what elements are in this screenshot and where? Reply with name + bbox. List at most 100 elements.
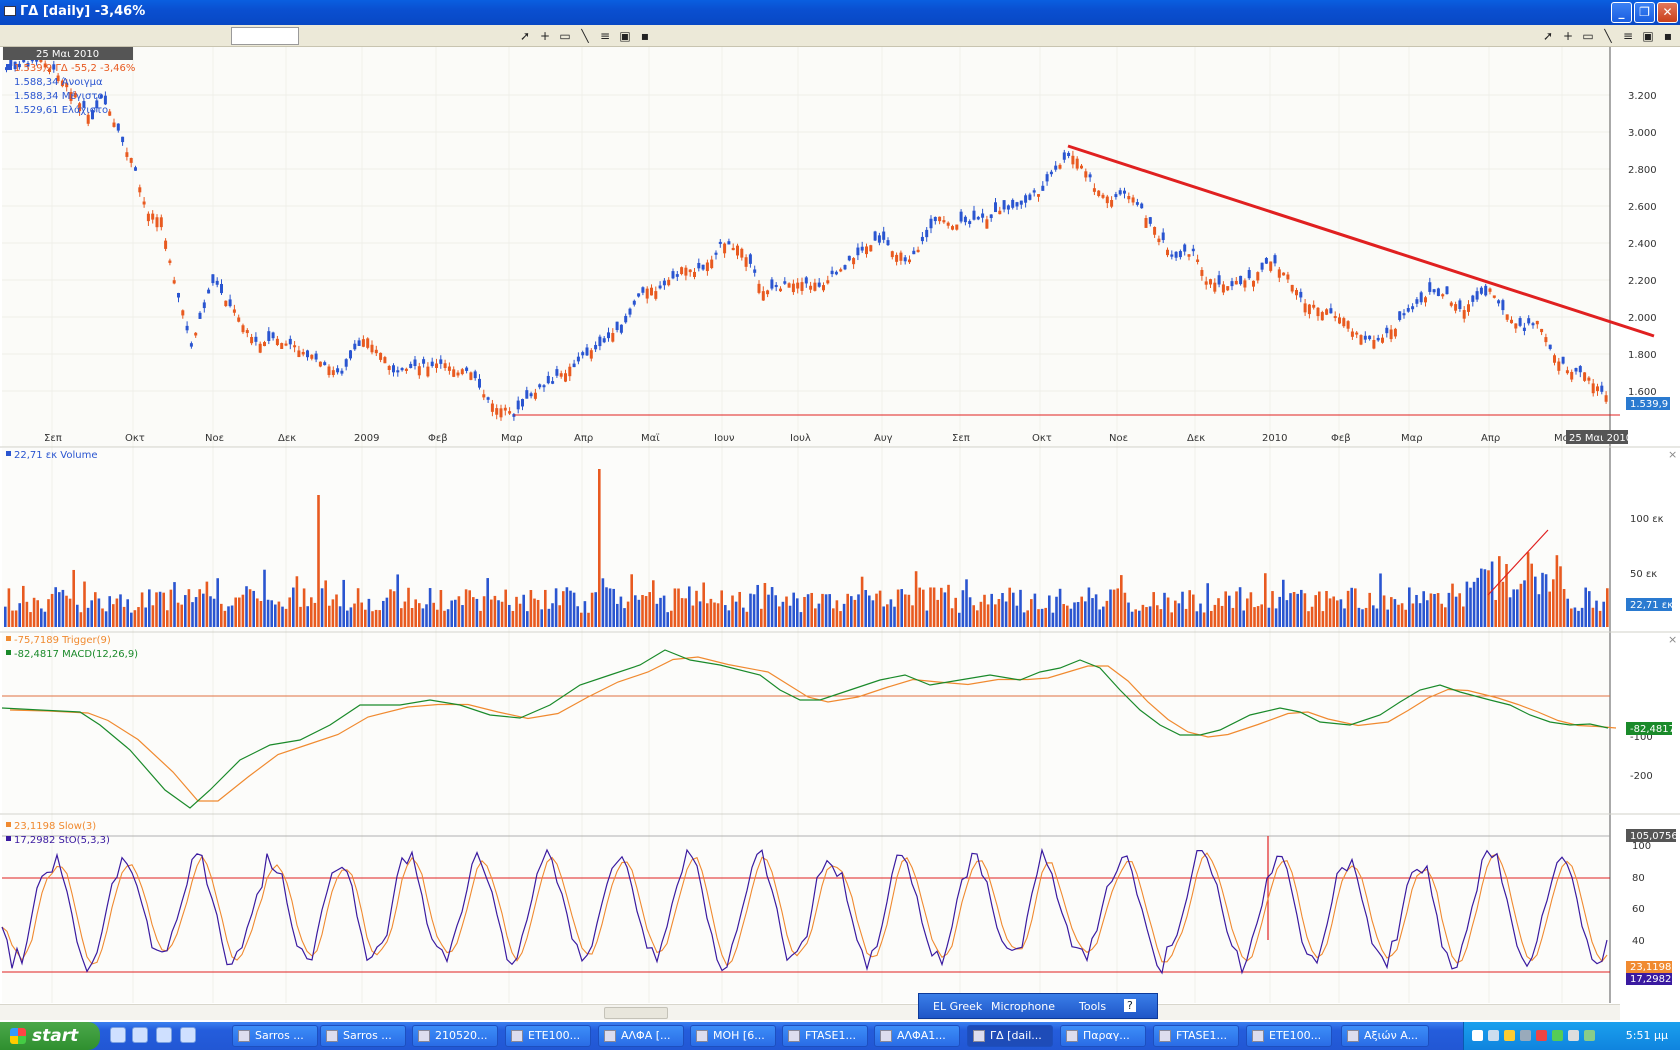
tray-icon[interactable] <box>1552 1030 1563 1041</box>
save-icon[interactable]: ▪ <box>637 28 653 44</box>
tools-button[interactable]: Tools <box>1079 1000 1106 1013</box>
chart-icon[interactable]: ▣ <box>617 28 633 44</box>
language-bar[interactable]: EL Greek Microphone Tools ? <box>918 993 1158 1019</box>
line-icon[interactable]: ╲ <box>1600 28 1616 44</box>
volume-bar <box>1393 599 1397 627</box>
save-icon[interactable]: ▪ <box>1660 28 1676 44</box>
chart-area[interactable]: 25 Μαι 2010 1.539,9 ΓΔ -55,2 -3,46% 1.58… <box>0 47 1680 1010</box>
microphone-button[interactable]: Microphone <box>991 1000 1055 1013</box>
taskbar-button[interactable]: ETE100... <box>1246 1025 1332 1047</box>
volume-bar <box>1537 594 1541 627</box>
candle-body <box>1157 238 1161 243</box>
volume-bar <box>576 606 579 627</box>
horizontal-scrollbar[interactable] <box>0 1004 1620 1020</box>
taskbar-button[interactable]: Sarros ... <box>232 1025 318 1047</box>
volume-bar <box>356 588 360 627</box>
candle-body <box>1127 196 1131 200</box>
crosshair-icon[interactable]: + <box>1560 28 1576 44</box>
volume-bar <box>695 590 698 627</box>
app-icon[interactable] <box>156 1027 172 1043</box>
taskbar-button[interactable]: ΜΟΗ [6... <box>690 1025 776 1047</box>
language-label[interactable]: EL Greek <box>933 1000 982 1013</box>
tray-icon[interactable] <box>1536 1030 1547 1041</box>
stochastic-panel[interactable] <box>2 815 1610 1003</box>
tray-icon[interactable] <box>1520 1030 1531 1041</box>
volume-bar <box>824 594 828 627</box>
x-axis-label: 2009 <box>354 433 379 444</box>
fibonacci-icon[interactable]: ≡ <box>1620 28 1636 44</box>
mail-icon[interactable] <box>132 1027 148 1043</box>
volume-bar <box>590 592 594 627</box>
close-panel-icon[interactable]: × <box>1668 448 1677 461</box>
desktop-icon[interactable] <box>180 1027 196 1043</box>
volume-bar <box>515 596 518 627</box>
candle-body <box>284 343 288 346</box>
scrollbar-thumb[interactable] <box>604 1007 668 1019</box>
clock[interactable]: 5:51 μμ <box>1626 1029 1668 1042</box>
taskbar-button[interactable]: FTASE1... <box>1153 1025 1239 1047</box>
legend-open: 1.588,34 Άνοιγμα <box>14 76 103 88</box>
rectangle-icon[interactable]: ▭ <box>557 28 573 44</box>
cursor-icon[interactable]: ➚ <box>1540 28 1556 44</box>
volume-bar <box>666 612 669 627</box>
volume-bar <box>533 598 536 627</box>
tray-icon[interactable] <box>1488 1030 1499 1041</box>
chart-icon[interactable]: ▣ <box>1640 28 1656 44</box>
volume-bar <box>893 606 896 627</box>
chart-toolbar: ➚ + ▭ ╲ ≡ ▣ ▪ ➚ + ▭ ╲ ≡ ▣ ▪ <box>0 25 1680 47</box>
x-axis-label: Φεβ <box>428 433 448 444</box>
candle-body <box>1578 366 1582 373</box>
taskbar-button[interactable]: ΑΛΦΑ [... <box>598 1025 684 1047</box>
candle-body <box>916 249 920 253</box>
tray-icon[interactable] <box>1568 1030 1579 1041</box>
taskbar-button[interactable]: Αξιών A... <box>1341 1025 1429 1047</box>
price-panel[interactable] <box>2 47 1610 447</box>
volume-bar <box>155 592 158 627</box>
close-button[interactable]: ✕ <box>1657 2 1678 23</box>
candle-body <box>1067 152 1071 157</box>
volume-bar <box>1494 599 1497 627</box>
candle-body <box>1183 244 1187 252</box>
volume-bar <box>562 591 565 627</box>
volume-bar <box>1008 587 1011 627</box>
volume-bar <box>731 595 734 627</box>
line-icon[interactable]: ╲ <box>577 28 593 44</box>
volume-bar <box>1314 595 1317 627</box>
taskbar-button[interactable]: 210520... <box>412 1025 498 1047</box>
candle-body <box>1402 313 1406 316</box>
help-icon[interactable]: ? <box>1124 999 1136 1012</box>
volume-bar <box>1163 592 1166 627</box>
ie-icon[interactable] <box>110 1027 126 1043</box>
tray-icon[interactable] <box>1472 1030 1483 1041</box>
restore-button[interactable]: ❐ <box>1634 2 1655 23</box>
taskbar-button[interactable]: Παραγ... <box>1060 1025 1146 1047</box>
start-button[interactable]: start <box>0 1022 100 1050</box>
candle-body <box>658 285 662 289</box>
rectangle-icon[interactable]: ▭ <box>1580 28 1596 44</box>
symbol-input[interactable] <box>231 27 299 45</box>
taskbar-button[interactable]: ETE100... <box>505 1025 591 1047</box>
close-panel-icon[interactable]: × <box>1668 633 1677 646</box>
candle-body <box>637 293 641 297</box>
candle-body <box>736 245 739 256</box>
shield-icon[interactable] <box>1504 1030 1515 1041</box>
macd-panel[interactable] <box>2 633 1610 813</box>
taskbar-button[interactable]: ΑΛΦΑ1... <box>874 1025 960 1047</box>
taskbar-button[interactable]: FTASE1... <box>782 1025 868 1047</box>
cursor-icon[interactable]: ➚ <box>517 28 533 44</box>
candle-body <box>1062 152 1066 160</box>
candle-body <box>404 368 408 371</box>
minimize-button[interactable]: _ <box>1611 2 1632 23</box>
candle-body <box>1187 254 1191 257</box>
legend-low: 1.529,61 Ελάχιστο <box>14 104 108 116</box>
volume-bar <box>1156 605 1159 627</box>
fibonacci-icon[interactable]: ≡ <box>597 28 613 44</box>
tray-icon[interactable] <box>1584 1030 1595 1041</box>
app-icon <box>788 1030 800 1042</box>
volume-bar <box>529 590 533 627</box>
taskbar-button[interactable]: ΓΔ [dail... <box>967 1025 1053 1047</box>
volume-bar <box>1469 587 1472 627</box>
taskbar-button[interactable]: Sarros ... <box>320 1025 406 1047</box>
volume-bar <box>752 594 756 627</box>
crosshair-icon[interactable]: + <box>537 28 553 44</box>
